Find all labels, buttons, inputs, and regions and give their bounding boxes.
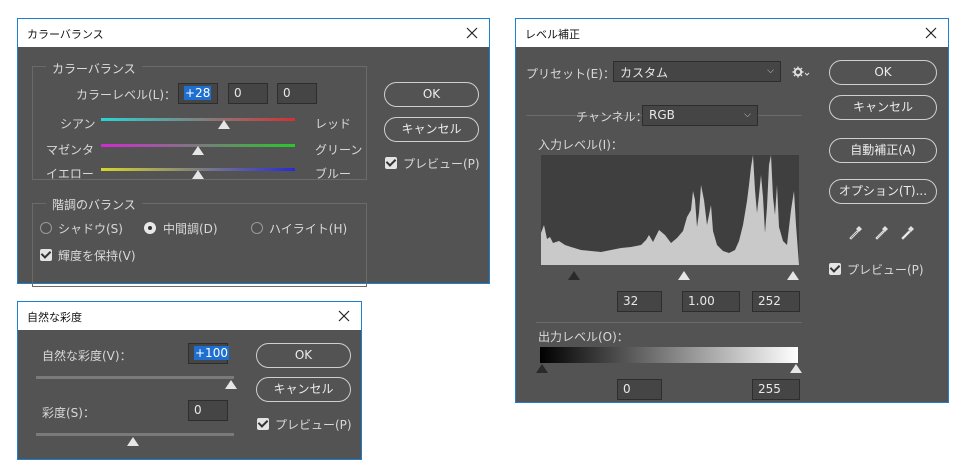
color-level-label: カラーレベル(L)： [76,88,177,102]
output-levels-label: 出力レベル(O)： [538,330,629,344]
cancel-button[interactable]: キャンセル [256,377,351,402]
input-levels-label: 入力レベル(I)： [538,138,623,152]
close-icon[interactable] [333,305,355,327]
preview-checkbox[interactable] [385,157,397,169]
vibrance-titlebar: 自然な彩度 [18,302,361,330]
cancel-button[interactable]: キャンセル [829,95,937,120]
yellow-blue-thumb[interactable] [192,170,204,179]
levels-titlebar: レベル補正 [516,19,948,47]
shadows-radio[interactable] [40,222,52,234]
vibrance-track[interactable] [36,376,234,379]
chevron-down-icon: ⌵ [744,110,751,120]
group-title: 階調のバランス [46,196,142,213]
input-gray-thumb[interactable] [678,271,690,280]
preset-dropdown[interactable]: カスタム ⌵ [613,61,781,82]
highlights-label[interactable]: ハイライト(H) [269,220,347,237]
preview-label[interactable]: プレビュー(P) [275,416,352,433]
levels-separator [536,322,802,323]
tone-balance-group [32,203,367,287]
input-white-field[interactable]: 252 [752,291,800,312]
preview-label[interactable]: プレビュー(P) [403,155,480,172]
midtones-radio[interactable] [144,222,156,234]
dialog-title: カラーバランス [27,28,104,41]
preserve-luminosity-label[interactable]: 輝度を保持(V) [58,247,136,264]
ok-button[interactable]: OK [384,82,479,107]
histogram [541,155,799,265]
slider-right-label: グリーン [315,143,363,157]
output-white-field[interactable]: 255 [752,379,800,400]
preserve-luminosity-checkbox[interactable] [40,249,52,261]
ok-button[interactable]: OK [256,343,351,368]
preview-checkbox[interactable] [257,418,269,430]
vibrance-thumb[interactable] [225,380,237,389]
output-gradient [540,347,798,363]
highlights-radio[interactable] [251,222,263,234]
dialog-title: レベル補正 [525,28,580,41]
black-eyedropper-icon[interactable] [847,225,863,241]
slider-left-label: イエロー [46,167,94,181]
cancel-button[interactable]: キャンセル [384,117,479,142]
color-balance-titlebar: カラーバランス [18,19,489,47]
saturation-field[interactable]: 0 [188,400,228,421]
color-level-field-2[interactable]: 0 [228,83,268,104]
levels-dialog: レベル補正 プリセット(E)： カスタム ⌵ チャンネル： RGB ⌵ 入力レベル(… [515,18,949,403]
channel-label: チャンネル： [576,110,648,124]
vibrance-dialog: 自然な彩度 自然な彩度(V)： +100 彩度(S)： 0 OK キャンセル プ… [17,301,362,460]
preview-checkbox[interactable] [829,263,841,275]
vibrance-label: 自然な彩度(V)： [42,349,132,363]
input-white-thumb[interactable] [787,271,799,280]
gear-icon[interactable] [792,66,810,78]
close-icon[interactable] [920,22,942,44]
saturation-thumb[interactable] [127,437,139,446]
output-white-thumb[interactable] [790,364,802,373]
preview-label[interactable]: プレビュー(P) [847,261,924,278]
input-black-thumb[interactable] [568,271,580,280]
channel-dropdown[interactable]: RGB ⌵ [642,105,758,126]
input-gray-field[interactable]: 1.00 [682,291,740,312]
auto-button[interactable]: 自動補正(A) [829,138,937,163]
cyan-red-thumb[interactable] [218,120,230,129]
ok-button[interactable]: OK [829,60,937,85]
output-black-thumb[interactable] [536,364,548,373]
options-button[interactable]: オプション(T)... [829,179,937,204]
magenta-green-thumb[interactable] [192,146,204,155]
shadows-label[interactable]: シャドウ(S) [58,220,123,237]
dialog-title: 自然な彩度 [27,311,82,324]
close-icon[interactable] [461,22,483,44]
slider-right-label: レッド [315,117,352,131]
cyan-red-track[interactable] [101,118,295,121]
slider-left-label: マゼンタ [46,143,95,157]
saturation-label: 彩度(S)： [42,406,95,420]
color-level-field-1[interactable]: +28 [178,83,218,104]
white-eyedropper-icon[interactable] [899,225,915,241]
input-black-field[interactable]: 32 [617,291,662,312]
slider-left-label: シアン [60,117,96,131]
preset-label: プリセット(E)： [526,67,615,81]
slider-right-label: ブルー [315,167,352,181]
color-level-field-3[interactable]: 0 [277,83,317,104]
chevron-down-icon: ⌵ [767,66,774,76]
vibrance-field[interactable]: +100 [188,343,229,364]
gray-eyedropper-icon[interactable] [873,225,889,241]
saturation-track[interactable] [36,433,234,436]
group-title: カラーバランス [46,60,142,77]
color-balance-dialog: カラーバランス カラーバランス カラーレベル(L)： +28 0 0 シアン レ… [17,18,490,287]
midtones-label[interactable]: 中間調(D) [163,220,218,237]
output-black-field[interactable]: 0 [617,379,662,400]
